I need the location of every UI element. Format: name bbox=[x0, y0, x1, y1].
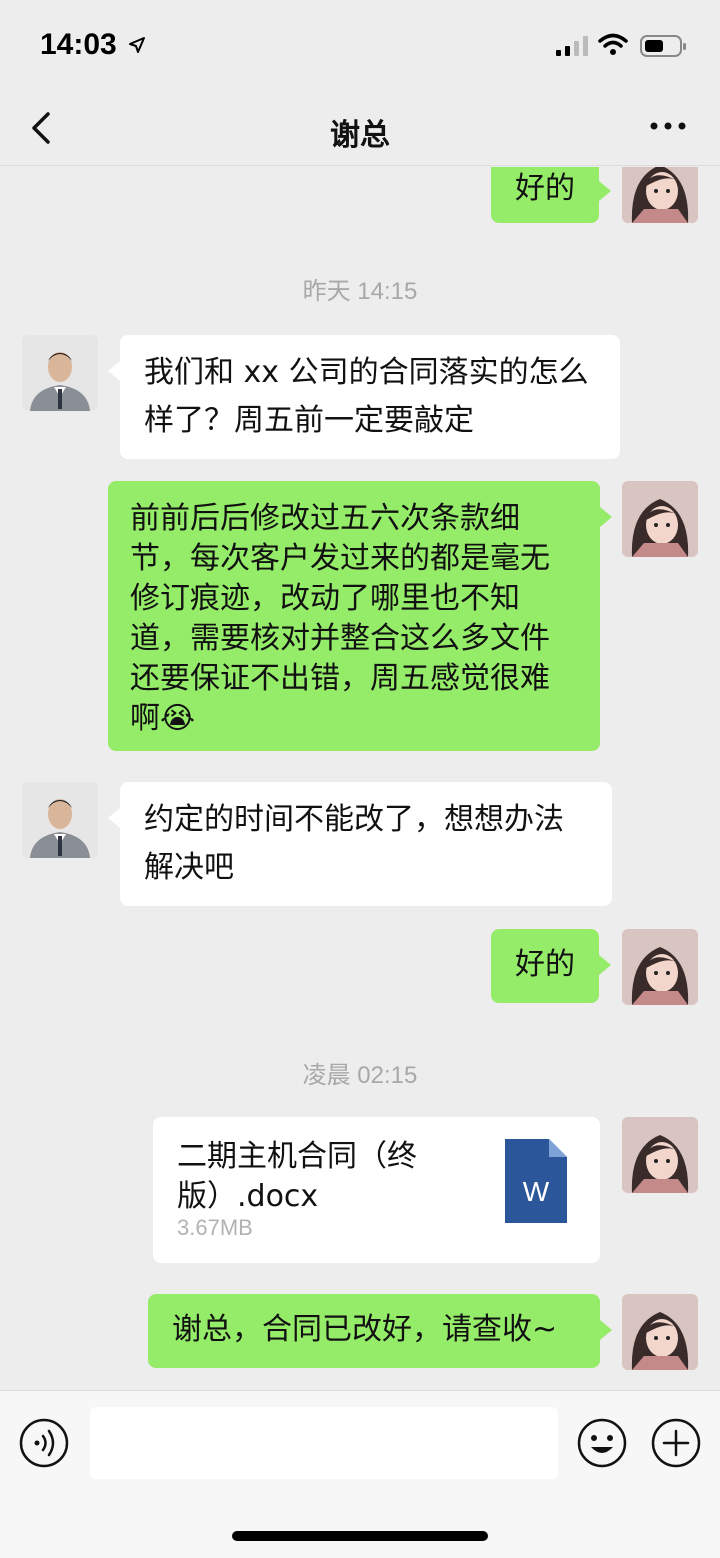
plus-icon[interactable] bbox=[650, 1417, 702, 1469]
message-me: 好的 bbox=[0, 929, 720, 1005]
file-size: 3.67MB bbox=[177, 1215, 253, 1240]
more-dots-icon[interactable] bbox=[648, 114, 688, 138]
my-avatar[interactable] bbox=[622, 929, 698, 1005]
my-avatar[interactable] bbox=[622, 1294, 698, 1370]
message-line: 样了？周五前一定要敲定 bbox=[144, 403, 474, 438]
message-line: 前前后后修改过五六次条款细 bbox=[130, 501, 520, 536]
message-input[interactable] bbox=[90, 1407, 558, 1479]
status-bar: 14:03 bbox=[0, 0, 720, 90]
message-bubble[interactable]: 我们和 xx 公司的合同落实的怎么 样了？周五前一定要敲定 bbox=[120, 335, 620, 459]
message-bubble[interactable]: 前前后后修改过五六次条款细 节，每次客户发过来的都是毫无 修订痕迹，改动了哪里也… bbox=[108, 481, 600, 751]
message-me: 谢总，合同已改好，请查收~ bbox=[0, 1294, 720, 1370]
message-bubble[interactable]: 谢总，合同已改好，请查收~ bbox=[148, 1294, 600, 1368]
message-bubble[interactable]: 约定的时间不能改了，想想办法 解决吧 bbox=[120, 782, 612, 906]
my-avatar[interactable] bbox=[622, 1117, 698, 1193]
message-line: 啊😭 bbox=[130, 701, 196, 736]
message-line: 我们和 xx 公司的合同落实的怎么 bbox=[144, 355, 589, 390]
message-line: 约定的时间不能改了，想想办法 bbox=[144, 802, 564, 837]
file-name: 二期主机合同（终 版）.docx bbox=[177, 1139, 417, 1214]
message-bubble[interactable]: 好的 bbox=[491, 929, 599, 1003]
message-line: 解决吧 bbox=[144, 850, 234, 885]
message-line: 节，每次客户发过来的都是毫无 bbox=[130, 541, 550, 576]
status-time: 14:03 bbox=[40, 28, 117, 61]
wifi-icon bbox=[598, 33, 628, 55]
timestamp: 昨天 14:15 bbox=[302, 278, 418, 305]
contact-avatar[interactable] bbox=[22, 335, 98, 411]
voice-icon[interactable] bbox=[18, 1417, 70, 1469]
chat-title: 谢总 bbox=[330, 118, 390, 153]
message-me-file: 二期主机合同（终 版）.docx 3.67MB W bbox=[0, 1117, 720, 1263]
message-other: 约定的时间不能改了，想想办法 解决吧 bbox=[0, 782, 720, 906]
my-avatar[interactable] bbox=[622, 481, 698, 557]
word-document-icon: W bbox=[505, 1139, 567, 1223]
message-me: 好的 bbox=[0, 167, 720, 227]
location-arrow-icon bbox=[129, 37, 145, 53]
message-bubble[interactable]: 好的 bbox=[491, 167, 599, 223]
message-line: 修订痕迹，改动了哪里也不知 bbox=[130, 581, 520, 616]
input-bar bbox=[0, 1390, 720, 1558]
emoji-icon[interactable] bbox=[576, 1417, 628, 1469]
timestamp: 凌晨 02:15 bbox=[302, 1062, 418, 1089]
nav-bar: 谢总 bbox=[0, 90, 720, 166]
message-text: 好的 bbox=[515, 947, 575, 982]
message-text: 好的 bbox=[515, 171, 575, 206]
message-me: 前前后后修改过五六次条款细 节，每次客户发过来的都是毫无 修订痕迹，改动了哪里也… bbox=[0, 481, 720, 751]
message-line: 还要保证不出错，周五感觉很难 bbox=[130, 661, 550, 696]
contact-avatar[interactable] bbox=[22, 782, 98, 858]
message-line: 道，需要核对并整合这么多文件 bbox=[130, 621, 550, 656]
home-indicator bbox=[232, 1531, 488, 1541]
signal-icon bbox=[556, 36, 588, 56]
message-text: 谢总，合同已改好，请查收~ bbox=[172, 1312, 558, 1347]
my-avatar[interactable] bbox=[622, 167, 698, 223]
file-card[interactable]: 二期主机合同（终 版）.docx 3.67MB W bbox=[153, 1117, 600, 1263]
word-icon-letter: W bbox=[523, 1176, 550, 1207]
battery-icon bbox=[640, 35, 686, 57]
message-other: 我们和 xx 公司的合同落实的怎么 样了？周五前一定要敲定 bbox=[0, 335, 720, 459]
chat-messages[interactable]: 好的 昨天 14:15 我们和 xx 公司的合同落实的怎么 样了？周五前一定要敲… bbox=[0, 167, 720, 1390]
